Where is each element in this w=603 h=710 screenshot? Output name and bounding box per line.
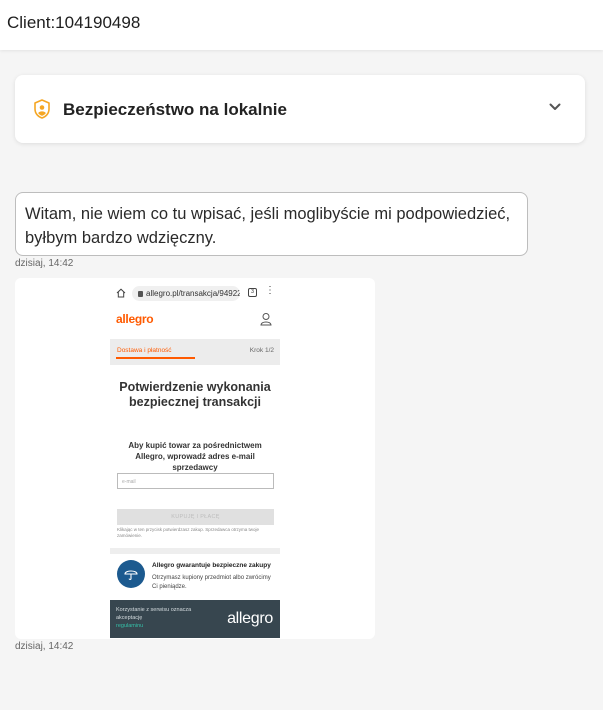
message-bubble: Witam, nie wiem co tu wpisać, jeśli mogl…: [15, 192, 528, 256]
tabs-icon: 3: [248, 288, 257, 297]
message-text-line: Witam, nie wiem co tu wpisać, jeśli mogl…: [25, 205, 511, 223]
guarantee-text: Otrzymasz kupiony przedmiot albo zwrócim…: [152, 575, 271, 590]
step-label: Dostawa i płatność: [117, 347, 172, 354]
url-field: allegro.pl/transakcja/94922: [132, 286, 240, 301]
accordion-title: Bezpieczeństwo na lokalnie: [63, 100, 287, 119]
guarantee-title: Allegro gwarantuje bezpieczne zakupy: [152, 562, 271, 569]
step-progress-bar: [116, 357, 195, 359]
buy-button: KUPUJĘ I PŁACĘ: [117, 509, 274, 525]
browser-url-bar: allegro.pl/transakcja/94922 3 ⋮: [110, 284, 280, 304]
user-icon: [260, 313, 272, 326]
site-footer: Korzystanie z serwisu oznacza akceptację…: [110, 600, 280, 638]
allegro-logo: allegro: [116, 312, 154, 326]
message-timestamp: dzisiaj, 14:42: [15, 258, 74, 269]
divider: [110, 548, 280, 554]
footer-terms-link: regulaminu: [116, 623, 144, 629]
instruction-text: Aby kupić towar za pośrednictwem Allegro…: [110, 440, 280, 473]
confirmation-heading: Potwierdzenie wykonania bezpiecznej tran…: [110, 380, 280, 410]
lock-icon: [138, 291, 143, 297]
attachment-timestamp: dzisiaj, 14:42: [15, 641, 74, 652]
email-field: e-mail: [117, 473, 274, 489]
instruction-line: Allegro, wprowadź adres e-mail: [135, 452, 255, 461]
chevron-down-icon[interactable]: [549, 103, 561, 111]
url-text: allegro.pl/transakcja/94922: [146, 289, 240, 298]
footer-terms-text: Korzystanie z serwisu oznacza akceptację: [116, 607, 192, 621]
footer-allegro-logo: allegro: [227, 610, 273, 627]
home-icon: [116, 288, 126, 298]
heading-line: Potwierdzenie wykonania: [119, 380, 271, 394]
phone-screenshot: allegro.pl/transakcja/94922 3 ⋮ allegro …: [110, 282, 280, 638]
step-count: Krok 1/2: [249, 347, 274, 354]
purchase-note: Klikając w ten przycisk potwierdzasz zak…: [117, 527, 260, 538]
message-text-line: byłbym bardzo wdzięczny.: [25, 229, 217, 247]
instruction-line: sprzedawcy: [172, 463, 218, 472]
footer-text: Korzystanie z serwisu oznacza akceptację…: [116, 606, 196, 630]
site-header: allegro: [110, 308, 280, 332]
client-title: Client:104190498: [7, 13, 141, 32]
shield-user-icon: [34, 99, 50, 119]
safety-accordion[interactable]: Bezpieczeństwo na lokalnie: [15, 75, 585, 143]
image-attachment[interactable]: allegro.pl/transakcja/94922 3 ⋮ allegro …: [15, 278, 375, 639]
umbrella-icon: [117, 560, 145, 588]
top-header: Client:104190498: [0, 0, 603, 50]
more-menu-icon: ⋮: [265, 285, 275, 296]
heading-line: bezpiecznej transakcji: [128, 395, 261, 409]
checkout-stepper: Dostawa i płatność Krok 1/2: [110, 339, 280, 365]
instruction-line: Aby kupić towar za pośrednictwem: [128, 441, 262, 450]
